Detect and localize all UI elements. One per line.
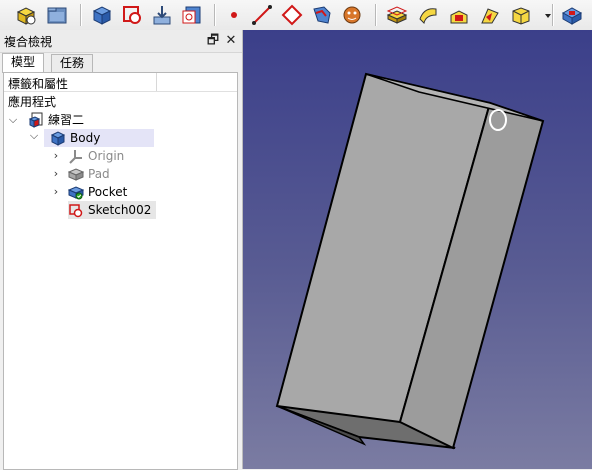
additive-primitive-icon[interactable] <box>509 3 533 27</box>
tree-item-pocket[interactable]: › Pocket <box>50 183 170 201</box>
line-icon[interactable] <box>250 3 274 27</box>
revolution-icon[interactable] <box>416 3 440 27</box>
tab-model[interactable]: 模型 <box>2 53 45 73</box>
chevron-down-icon[interactable]: ⌵ <box>28 129 40 147</box>
dropdown-arrow-icon[interactable] <box>536 3 551 27</box>
chevron-right-icon[interactable]: › <box>50 183 62 201</box>
sketch-icon <box>68 202 84 218</box>
panel-title: 複合檢視 <box>4 35 53 49</box>
tree-item-body-label: Body <box>70 131 101 145</box>
toolbar <box>0 0 592 31</box>
create-sketch-icon[interactable] <box>120 3 144 27</box>
point-icon[interactable] <box>222 3 246 27</box>
tab-tasks[interactable]: 任務 <box>51 54 94 72</box>
create-body-icon[interactable] <box>90 3 114 27</box>
body-icon <box>50 130 66 146</box>
tree-view: 標籤和屬性 應用程式 ⌵ 練習二 Body ⌵ › Origin › Pad ›… <box>3 72 238 470</box>
tree-item-document-label: 練習二 <box>48 113 85 127</box>
tree-item-document[interactable]: ⌵ 練習二 <box>4 111 204 129</box>
close-icon[interactable]: ✕ <box>224 34 238 48</box>
tree-item-origin-label: Origin <box>88 149 125 163</box>
clone-icon[interactable] <box>340 3 364 27</box>
pad-icon[interactable] <box>385 3 409 27</box>
3d-viewport[interactable] <box>243 30 592 469</box>
tree-header-label: 標籤和屬性 <box>8 77 69 91</box>
tree-item-sketch002[interactable]: Sketch002 <box>68 201 156 219</box>
plane-icon[interactable] <box>280 3 304 27</box>
tree-header-cell[interactable]: 標籤和屬性 <box>4 73 157 91</box>
validate-sketch-icon[interactable] <box>180 3 204 27</box>
pocket-icon[interactable] <box>560 3 584 27</box>
part-design-icon[interactable] <box>14 3 38 27</box>
additive-loft-icon[interactable] <box>447 3 471 27</box>
3d-model <box>275 72 545 450</box>
pad-feature-icon <box>68 166 84 182</box>
tree-item-origin[interactable]: › Origin <box>50 147 170 165</box>
chevron-right-icon[interactable]: › <box>50 147 62 165</box>
tree-item-body[interactable]: Body <box>44 129 154 147</box>
combo-view-panel: 複合檢視 🗗 ✕ 模型 任務 標籤和屬性 應用程式 ⌵ 練習二 Body ⌵ ›… <box>0 30 243 470</box>
tree-item-pad-label: Pad <box>88 167 110 181</box>
shape-binder-icon[interactable] <box>310 3 334 27</box>
chevron-down-icon[interactable]: ⌵ <box>7 111 19 129</box>
tree-header: 標籤和屬性 <box>4 73 237 92</box>
undock-icon[interactable]: 🗗 <box>206 34 220 48</box>
tree-item-sketch002-label: Sketch002 <box>88 203 152 217</box>
document-icon <box>28 112 44 128</box>
origin-icon <box>68 148 84 164</box>
additive-pipe-icon[interactable] <box>478 3 502 27</box>
open-folder-icon[interactable] <box>45 3 69 27</box>
pocket-feature-icon <box>68 184 84 200</box>
panel-title-bar: 複合檢視 🗗 ✕ <box>0 30 242 53</box>
chevron-right-icon[interactable]: › <box>50 165 62 183</box>
panel-tabbar: 模型 任務 <box>0 53 242 73</box>
import-icon[interactable] <box>150 3 174 27</box>
tree-item-pocket-label: Pocket <box>88 185 128 199</box>
tree-item-pad[interactable]: › Pad <box>50 165 170 183</box>
tree-root-label: 應用程式 <box>8 95 57 109</box>
